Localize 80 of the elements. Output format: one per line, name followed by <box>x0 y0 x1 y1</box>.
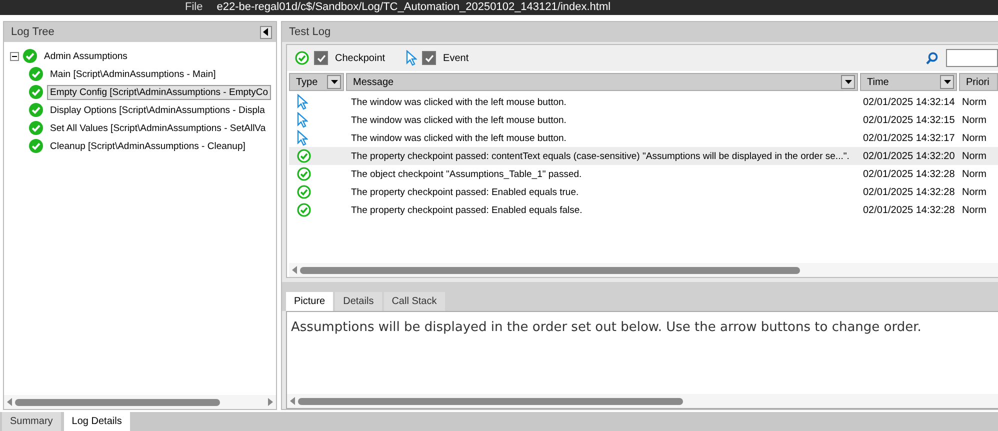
time-text: 02/01/2025 14:32:14 <box>863 96 955 108</box>
message-text: The property checkpoint passed: contentText equals (case-sensitive) "Assumptions will be displayed in the order se...". <box>351 150 850 162</box>
horizontal-scrollbar[interactable] <box>4 395 276 409</box>
priority-text: Norm <box>962 96 986 108</box>
tree-item[interactable]: Display Options [Script\AdminAssumptions - Displa <box>47 102 268 118</box>
tree-item[interactable]: Cleanup [Script\AdminAssumptions - Cleanup] <box>47 138 248 154</box>
tree-item[interactable]: Empty Config [Script\AdminAssumptions - EmptyCo <box>47 84 272 100</box>
checkbox[interactable] <box>314 51 328 65</box>
priority-text: Norm <box>962 114 986 126</box>
message-text: The window was clicked with the left mouse button. <box>351 96 566 108</box>
dropdown-icon[interactable] <box>940 75 954 89</box>
time-text: 02/01/2025 14:32:20 <box>863 150 955 162</box>
log-row[interactable]: The object checkpoint "Assumptions_Table_1" passed. 02/01/2025 14:32:28 Norm <box>289 165 998 183</box>
column-header[interactable]: Message <box>346 73 858 91</box>
time-text: 02/01/2025 14:32:28 <box>863 186 955 198</box>
check-circle-icon <box>29 103 43 117</box>
caret-icon <box>263 28 269 36</box>
checkbox[interactable] <box>422 51 436 65</box>
message-text: The window was clicked with the left mouse button. <box>351 114 566 126</box>
log-row[interactable]: The property checkpoint passed: Enabled equals false. 02/01/2025 14:32:28 Norm <box>289 201 998 219</box>
log-row[interactable]: The window was clicked with the left mouse button. 02/01/2025 14:32:15 Norm <box>289 111 998 129</box>
tab[interactable]: Log Details <box>64 412 130 431</box>
message-text: The object checkpoint "Assumptions_Table_1" passed. <box>351 168 582 180</box>
column-header[interactable]: Priori <box>959 73 998 91</box>
horizontal-scrollbar[interactable] <box>289 263 998 277</box>
check-circle-icon <box>23 49 37 63</box>
time-text: 02/01/2025 14:32:17 <box>863 132 955 144</box>
cursor-icon <box>297 130 308 146</box>
tab[interactable]: Picture <box>286 292 334 311</box>
tree-item[interactable]: Admin Assumptions <box>41 48 130 64</box>
collapse-button[interactable] <box>260 26 272 38</box>
cursor-icon <box>297 94 308 110</box>
message-text: The property checkpoint passed: Enabled equals true. <box>351 186 579 198</box>
log-row[interactable]: The window was clicked with the left mouse button. 02/01/2025 14:32:17 Norm <box>289 129 998 147</box>
check-circle-icon <box>29 67 43 81</box>
tab[interactable]: Details <box>335 292 382 311</box>
horizontal-scrollbar[interactable] <box>287 394 998 408</box>
priority-text: Norm <box>962 168 986 180</box>
priority-text: Norm <box>962 132 986 144</box>
message-text: The window was clicked with the left mouse button. <box>351 132 566 144</box>
filter-label: Checkpoint <box>335 52 386 64</box>
panel-title: Log Tree <box>11 26 54 38</box>
priority-text: Norm <box>962 150 986 162</box>
tree-item[interactable]: Main [Script\AdminAssumptions - Main] <box>47 66 219 82</box>
tree-item[interactable]: Set All Values [Script\AdminAssumptions - SetAllVa <box>47 120 269 136</box>
search-icon[interactable] <box>926 52 938 64</box>
dropdown-icon[interactable] <box>841 75 855 89</box>
time-text: 02/01/2025 14:32:15 <box>863 114 955 126</box>
collapse-toggle[interactable] <box>10 52 19 60</box>
cursor-icon <box>297 112 308 128</box>
check-icon <box>316 54 326 62</box>
tab[interactable]: Call Stack <box>384 292 445 311</box>
tab[interactable]: Summary <box>2 412 61 431</box>
address-text[interactable]: e22-be-regal01d/c$/Sandbox/Log/TC_Automation_20250102_143121/index.html <box>216 1 611 14</box>
dropdown-icon[interactable] <box>327 75 341 89</box>
filter-label: Event <box>443 52 469 64</box>
time-text: 02/01/2025 14:32:28 <box>863 168 955 180</box>
column-header[interactable]: Type <box>289 73 344 91</box>
log-row[interactable]: The window was clicked with the left mouse button. 02/01/2025 14:32:14 Norm <box>289 93 998 111</box>
time-text: 02/01/2025 14:32:28 <box>863 204 955 216</box>
check-icon <box>424 54 434 62</box>
column-header[interactable]: Time <box>860 73 957 91</box>
search-field[interactable] <box>946 49 998 67</box>
panel-title: Test Log <box>289 26 331 38</box>
cursor-icon <box>406 50 418 66</box>
check-circle-icon <box>297 167 311 181</box>
log-row[interactable]: The property checkpoint passed: Enabled equals true. 02/01/2025 14:32:28 Norm <box>289 183 998 201</box>
check-circle-icon <box>29 85 43 99</box>
check-circle-icon <box>297 203 311 217</box>
priority-text: Norm <box>962 186 986 198</box>
message-text: The property checkpoint passed: Enabled equals false. <box>351 204 582 216</box>
check-circle-icon <box>297 149 311 163</box>
picture-text: Assumptions will be displayed in the order set out below. Use the arrow buttons to change order. <box>290 319 922 337</box>
check-circle-icon <box>295 51 309 65</box>
priority-text: Norm <box>962 204 986 216</box>
check-circle-icon <box>297 185 311 199</box>
check-circle-icon <box>29 121 43 135</box>
log-row[interactable]: The property checkpoint passed: contentText equals (case-sensitive) "Assumptions will be displayed in the order se...". 02/01/2025 14:32:20 Norm <box>289 147 998 165</box>
check-circle-icon <box>29 139 43 153</box>
url-scheme: File <box>185 1 203 14</box>
